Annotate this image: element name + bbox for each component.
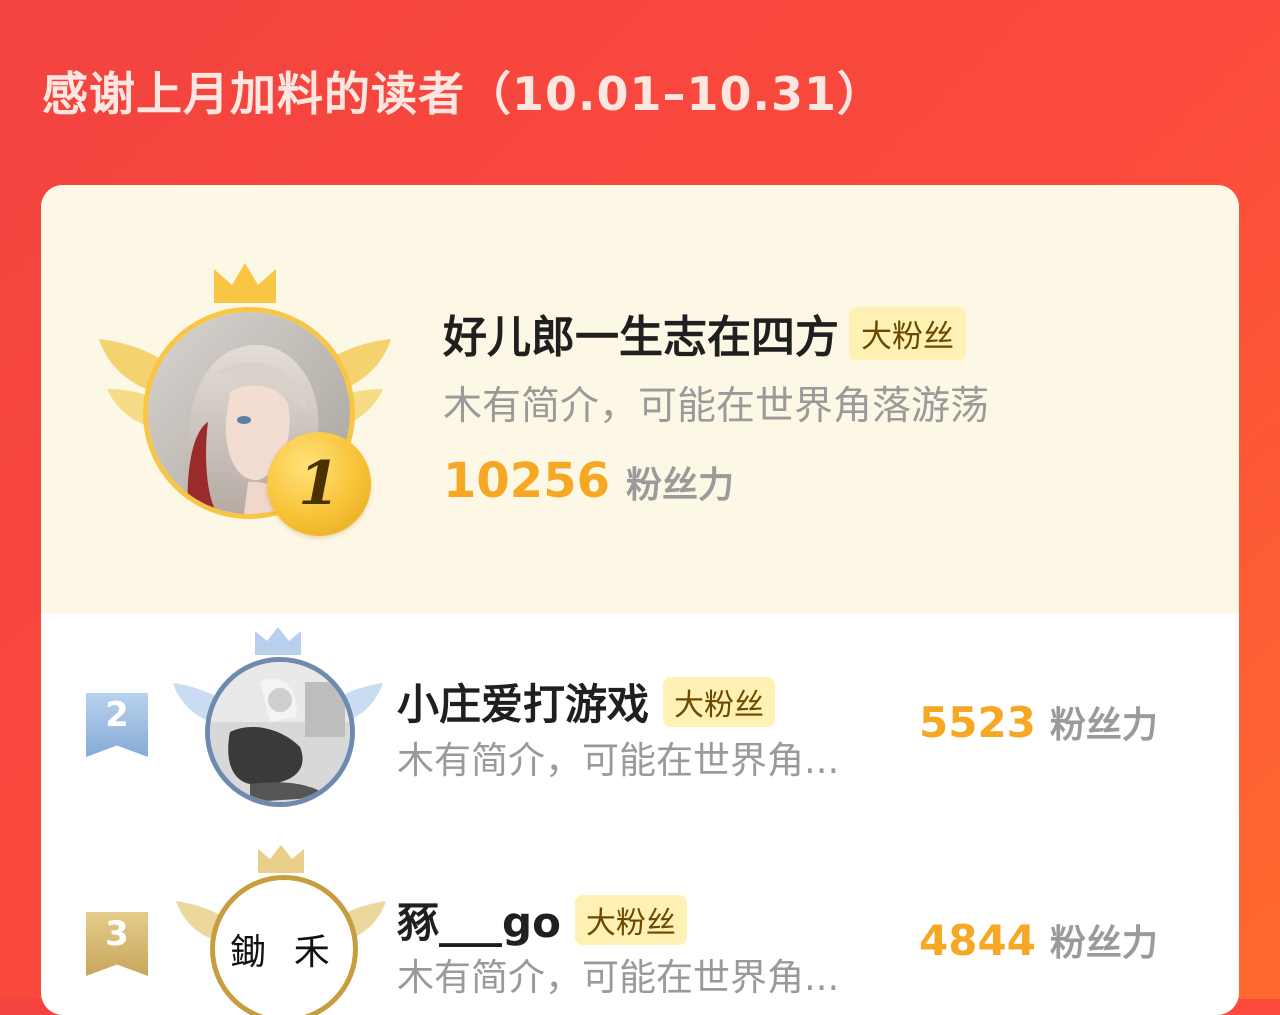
fan-power-unit: 粉丝力 (626, 465, 735, 506)
avatar[interactable]: 鋤 禾 (210, 875, 358, 1015)
reader-name[interactable]: 豩___go (397, 889, 561, 950)
photo-avatar (210, 662, 350, 802)
calligraphy-avatar: 鋤 禾 (230, 932, 338, 973)
rank-3-flag: 3 (86, 912, 148, 976)
fan-badge: 大粉丝 (849, 306, 966, 360)
reader-bio: 木有简介，可能在世界角落游荡 (443, 384, 990, 429)
fan-power: 5523 粉丝力 (919, 696, 1158, 748)
leaderboard: 1 好儿郎一生志在四方 大粉丝 木有简介，可能在世界角落游荡 10256 粉丝力… (41, 185, 1239, 1015)
rank-1-medal: 1 (267, 432, 371, 536)
fan-power-value: 4844 (919, 916, 1036, 965)
fan-power-unit: 粉丝力 (1049, 705, 1158, 746)
avatar[interactable] (205, 657, 355, 807)
fan-power-value: 5523 (919, 698, 1036, 747)
reader-bio: 木有简介，可能在世界角... (397, 956, 840, 999)
fan-badge: 大粉丝 (663, 676, 776, 727)
page-title: 感谢上月加料的读者（10.01–10.31） (42, 67, 885, 121)
fan-power: 10256 粉丝力 (443, 453, 734, 509)
fan-power-unit: 粉丝力 (1049, 923, 1158, 964)
fan-power-value: 10256 (443, 453, 610, 509)
rank-2-flag: 2 (86, 693, 148, 757)
reader-name[interactable]: 好儿郎一生志在四方 (443, 301, 839, 365)
reader-name[interactable]: 小庄爱打游戏 (397, 671, 649, 732)
fan-badge: 大粉丝 (574, 894, 687, 945)
fan-power: 4844 粉丝力 (919, 914, 1158, 966)
reader-bio: 木有简介，可能在世界角... (397, 739, 840, 782)
